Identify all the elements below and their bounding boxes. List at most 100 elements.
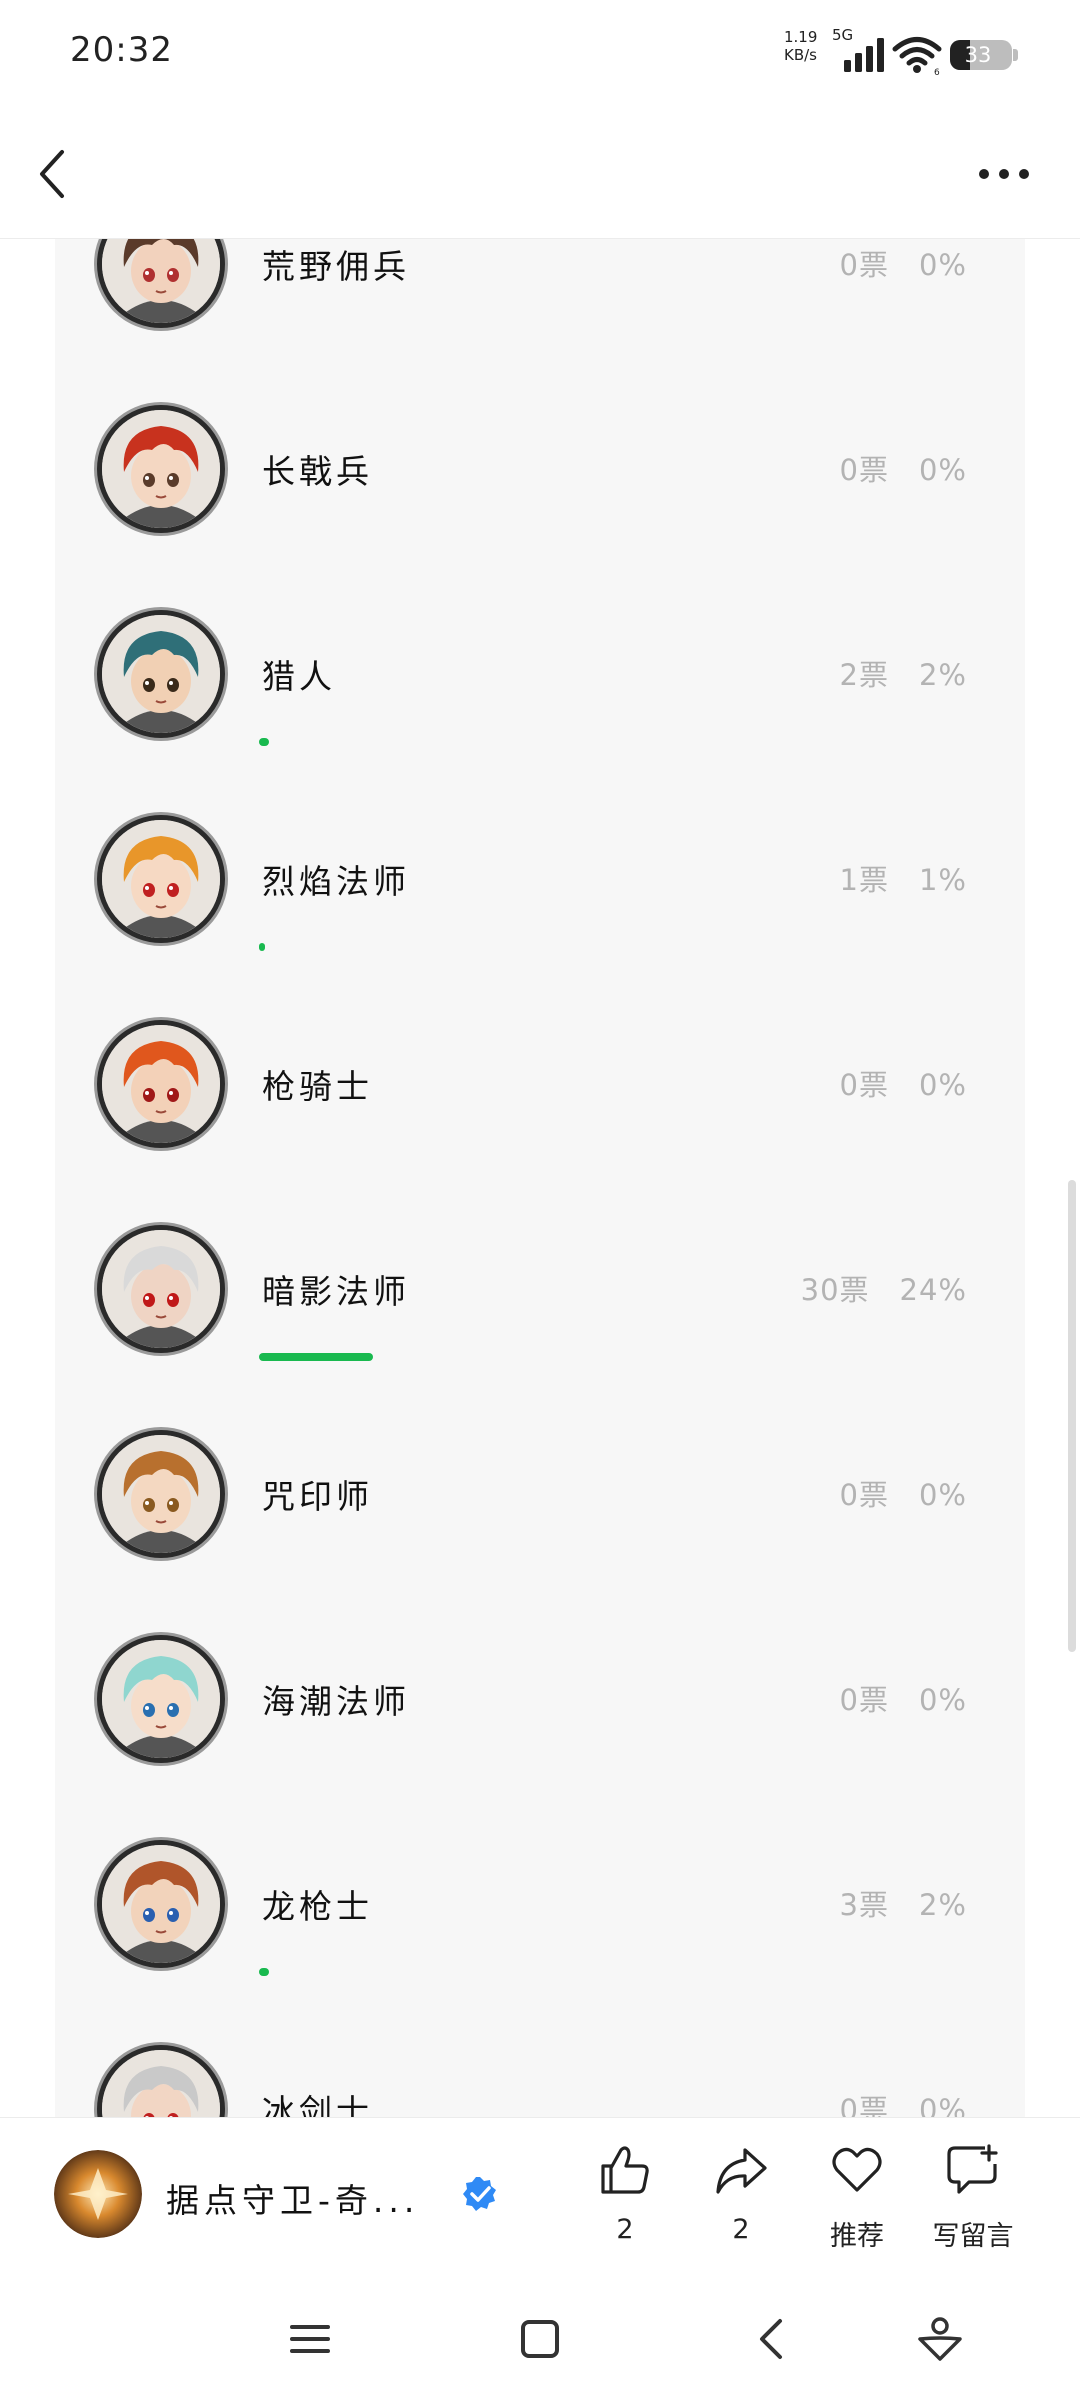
vote-option[interactable]: 荒野佣兵 0票 0% bbox=[55, 239, 1025, 365]
class-avatar bbox=[97, 815, 225, 943]
account-name[interactable]: 据点守卫-奇... bbox=[166, 2174, 419, 2222]
option-stats: 0票 0% bbox=[810, 1062, 967, 1104]
vote-option[interactable]: 暗影法师 30票 24% bbox=[55, 1185, 1025, 1390]
option-stats: 2票 2% bbox=[810, 652, 967, 694]
thumbs-up-icon bbox=[601, 2146, 649, 2194]
heart-icon bbox=[832, 2147, 882, 2192]
vote-option[interactable]: 冰剑士 0票 0% bbox=[55, 2005, 1025, 2117]
more-options-icon[interactable] bbox=[976, 162, 1032, 186]
vote-count: 3票 bbox=[839, 1888, 889, 1922]
vote-progress-bar bbox=[259, 738, 269, 746]
menu-icon[interactable] bbox=[286, 2315, 334, 2363]
vote-option[interactable]: 烈焰法师 1票 1% bbox=[55, 775, 1025, 980]
comment-label: 写留言 bbox=[932, 2221, 1014, 2252]
vote-option[interactable]: 龙枪士 3票 2% bbox=[55, 1800, 1025, 2005]
vote-percent: 24% bbox=[899, 1273, 967, 1307]
nav-back-icon[interactable] bbox=[748, 2315, 796, 2363]
comment-add-icon bbox=[947, 2144, 998, 2194]
class-avatar bbox=[97, 1225, 225, 1353]
option-label: 荒野佣兵 bbox=[262, 247, 410, 286]
battery-icon: 33 bbox=[950, 40, 1012, 70]
option-label: 枪骑士 bbox=[262, 1067, 373, 1106]
vote-count: 2票 bbox=[839, 658, 889, 692]
share-button[interactable]: 2 bbox=[686, 2142, 796, 2262]
class-avatar bbox=[97, 239, 225, 328]
class-avatar bbox=[97, 2045, 225, 2117]
option-stats: 30票 24% bbox=[771, 1267, 967, 1309]
vote-percent: 0% bbox=[918, 1683, 967, 1717]
system-nav-bar bbox=[0, 2277, 1080, 2401]
option-label: 暗影法师 bbox=[262, 1272, 410, 1311]
option-stats: 0票 0% bbox=[810, 242, 967, 284]
vote-percent: 2% bbox=[918, 1888, 967, 1922]
verified-badge-icon bbox=[463, 2177, 496, 2211]
class-avatar bbox=[97, 1430, 225, 1558]
vote-count: 0票 bbox=[839, 1068, 889, 1102]
class-avatar bbox=[97, 405, 225, 533]
vote-progress-bar bbox=[259, 1968, 269, 1976]
status-time: 20:32 bbox=[70, 30, 173, 70]
scrollbar[interactable] bbox=[1068, 1180, 1076, 1652]
vote-option[interactable]: 海潮法师 0票 0% bbox=[55, 1595, 1025, 1800]
class-avatar bbox=[97, 1020, 225, 1148]
option-label: 龙枪士 bbox=[262, 1887, 373, 1926]
option-stats: 0票 0% bbox=[810, 447, 967, 489]
like-count: 2 bbox=[616, 2214, 634, 2245]
vote-progress-bar bbox=[259, 1353, 373, 1361]
vote-percent: 1% bbox=[918, 863, 967, 897]
status-bar: 20:32 1.19 KB/s 5G 6 33 bbox=[0, 0, 1080, 110]
network-speed: 1.19 KB/s bbox=[784, 28, 818, 64]
recommend-label: 推荐 bbox=[830, 2221, 884, 2252]
vote-percent: 0% bbox=[918, 453, 967, 487]
assistant-icon[interactable] bbox=[916, 2315, 964, 2363]
vote-count: 0票 bbox=[839, 2093, 889, 2117]
vote-option[interactable]: 咒印师 0票 0% bbox=[55, 1390, 1025, 1595]
bottom-action-bar: 据点守卫-奇... 2 2 推荐 写留言 bbox=[0, 2117, 1080, 2278]
option-label: 猎人 bbox=[262, 657, 336, 696]
vote-option[interactable]: 枪骑士 0票 0% bbox=[55, 980, 1025, 1185]
like-button[interactable]: 2 bbox=[570, 2142, 680, 2262]
vote-percent: 2% bbox=[918, 658, 967, 692]
option-stats: 0票 0% bbox=[810, 2087, 967, 2117]
home-icon[interactable] bbox=[516, 2315, 564, 2363]
vote-count: 0票 bbox=[839, 248, 889, 282]
vote-progress-bar bbox=[259, 943, 265, 951]
title-bar bbox=[0, 110, 1080, 239]
option-label: 长戟兵 bbox=[262, 452, 373, 491]
option-stats: 0票 0% bbox=[810, 1472, 967, 1514]
option-stats: 1票 1% bbox=[810, 857, 967, 899]
account-avatar[interactable] bbox=[54, 2150, 142, 2238]
share-arrow-icon bbox=[716, 2148, 767, 2194]
svg-text:6: 6 bbox=[934, 68, 940, 76]
write-comment-button[interactable]: 写留言 bbox=[918, 2142, 1028, 2262]
vote-option[interactable]: 长戟兵 0票 0% bbox=[55, 365, 1025, 570]
class-avatar bbox=[97, 1840, 225, 1968]
class-avatar bbox=[97, 610, 225, 738]
option-label: 烈焰法师 bbox=[262, 862, 410, 901]
wifi-icon: 6 bbox=[892, 37, 942, 76]
class-avatar bbox=[97, 1635, 225, 1763]
vote-percent: 0% bbox=[918, 1478, 967, 1512]
vote-option[interactable]: 猎人 2票 2% bbox=[55, 570, 1025, 775]
share-count: 2 bbox=[732, 2214, 750, 2245]
back-arrow-icon[interactable] bbox=[32, 146, 72, 202]
option-stats: 0票 0% bbox=[810, 1677, 967, 1719]
vote-count: 0票 bbox=[839, 453, 889, 487]
vote-count: 0票 bbox=[839, 1478, 889, 1512]
content-viewport[interactable]: 荒野佣兵 0票 0% 长戟兵 0票 0% 猎人 2票 2% 烈焰法师 1票 1% 枪骑士 0票 0% 暗影法师… bbox=[0, 239, 1080, 2117]
vote-percent: 0% bbox=[918, 1068, 967, 1102]
vote-count: 1票 bbox=[839, 863, 889, 897]
recommend-button[interactable]: 推荐 bbox=[802, 2142, 912, 2262]
battery-level: 33 bbox=[964, 43, 992, 67]
vote-count: 30票 bbox=[800, 1273, 870, 1307]
vote-panel: 荒野佣兵 0票 0% 长戟兵 0票 0% 猎人 2票 2% 烈焰法师 1票 1% 枪骑士 0票 0% 暗影法师… bbox=[55, 239, 1025, 2117]
signal-icon bbox=[844, 38, 884, 72]
option-label: 冰剑士 bbox=[262, 2092, 373, 2117]
option-label: 咒印师 bbox=[262, 1477, 373, 1516]
option-stats: 3票 2% bbox=[810, 1882, 967, 1924]
battery-tip bbox=[1013, 49, 1018, 61]
option-label: 海潮法师 bbox=[262, 1682, 410, 1721]
vote-percent: 0% bbox=[918, 2093, 967, 2117]
vote-percent: 0% bbox=[918, 248, 967, 282]
vote-count: 0票 bbox=[839, 1683, 889, 1717]
